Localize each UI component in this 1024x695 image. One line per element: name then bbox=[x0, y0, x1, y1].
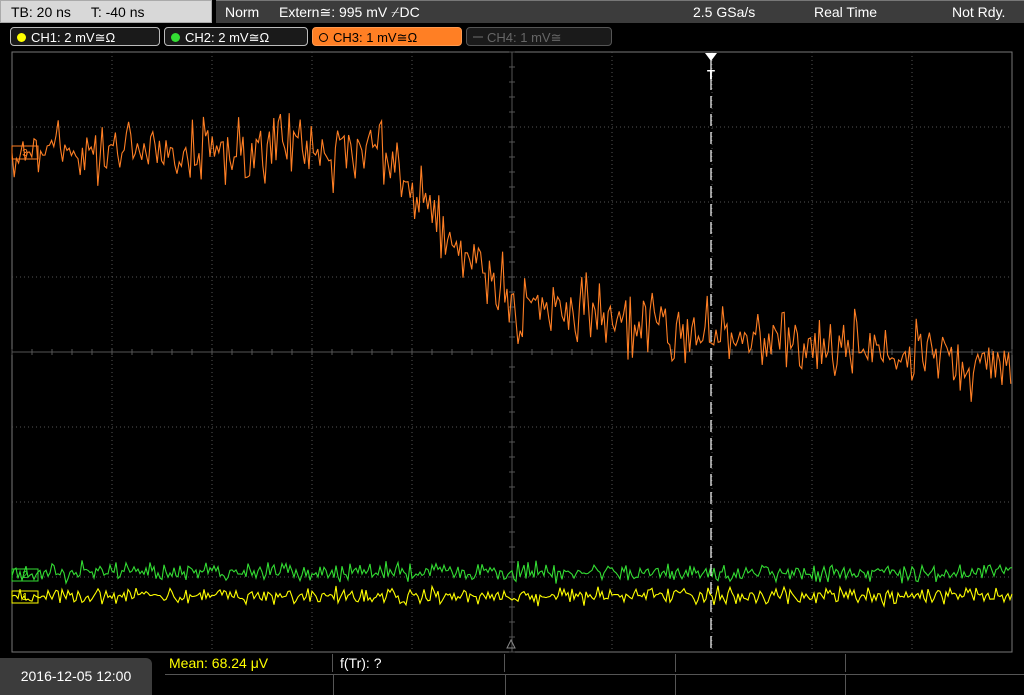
frequency-measurement-label: f(Tr): ? bbox=[340, 655, 382, 671]
channel-offset-markers: 3 2 1 bbox=[11, 145, 39, 604]
channel-3-offset-label: 3 bbox=[22, 148, 28, 159]
channel-1-offset-label: 1 bbox=[22, 592, 28, 603]
scope-display[interactable]: T 3 2 1 bbox=[0, 0, 1024, 695]
mean-measurement-label: Mean: 68.24 μV bbox=[169, 655, 269, 671]
mean-measurement[interactable]: Mean: 68.24 μV bbox=[165, 654, 333, 672]
measurement-slot-3[interactable] bbox=[507, 654, 676, 672]
ground-reference-icon bbox=[506, 638, 516, 649]
channel-2-offset-label: 2 bbox=[22, 570, 28, 581]
measurement-row-2 bbox=[165, 674, 1024, 695]
measurement-slot-5[interactable] bbox=[847, 654, 1024, 672]
measurement-slot-4[interactable] bbox=[677, 654, 846, 672]
channel-3-trace bbox=[11, 113, 1012, 402]
trigger-arrow-icon bbox=[705, 53, 717, 61]
measurement-panel[interactable]: Mean: 68.24 μV f(Tr): ? bbox=[165, 652, 1024, 695]
date-time-display: 2016-12-05 12:00 bbox=[0, 658, 152, 695]
frequency-measurement[interactable]: f(Tr): ? bbox=[335, 654, 505, 672]
trigger-marker-label: T bbox=[707, 67, 715, 82]
date-time-label: 2016-12-05 12:00 bbox=[20, 668, 132, 684]
